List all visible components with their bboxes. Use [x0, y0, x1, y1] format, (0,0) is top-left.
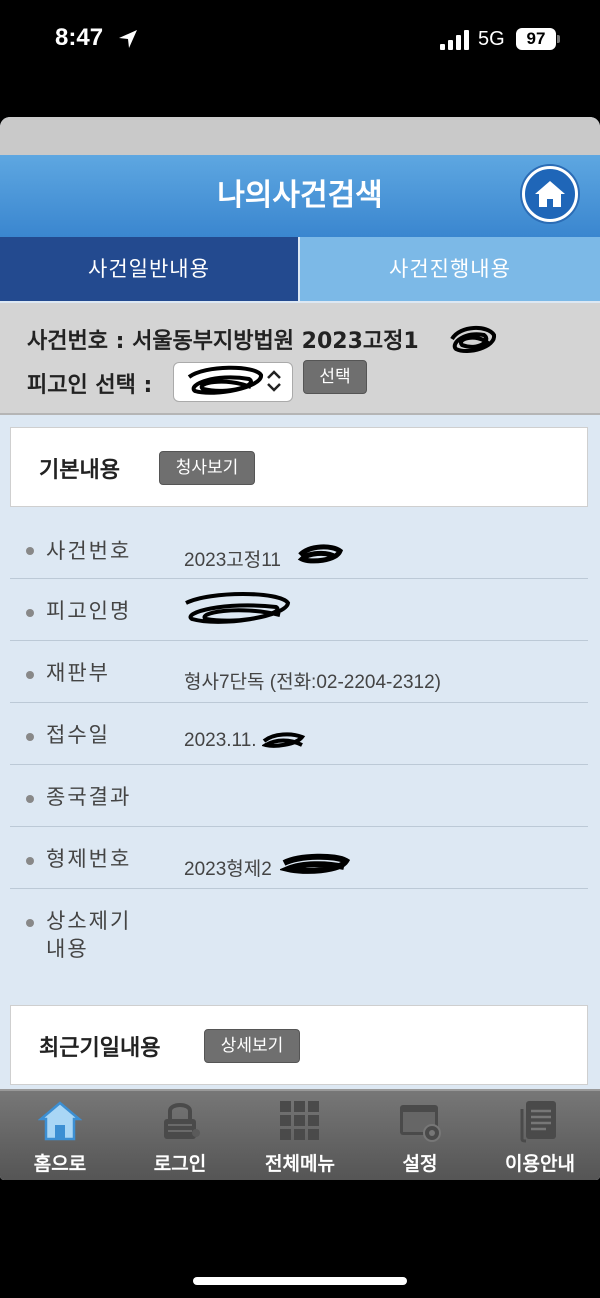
info-row-final-result: 종국결과	[10, 765, 588, 827]
home-indicator[interactable]	[193, 1277, 407, 1285]
lock-icon	[164, 1103, 200, 1139]
info-row-appeal-details: 상소제기 내용	[10, 889, 588, 989]
top-strip	[0, 117, 600, 155]
status-time: 8:47	[55, 24, 104, 51]
tab-bar: 사건일반내용 사건진행내용	[0, 237, 600, 301]
nav-settings[interactable]: 설정	[360, 1091, 480, 1180]
redaction-scribble	[185, 592, 291, 624]
chevron-updown-icon	[267, 370, 281, 392]
network-label: 5G	[478, 28, 505, 50]
nav-login[interactable]: 로그인	[120, 1091, 240, 1180]
redaction-scribble	[450, 326, 496, 354]
redaction-scribble	[187, 365, 263, 395]
bullet	[26, 919, 34, 927]
tab-general[interactable]: 사건일반내용	[0, 237, 298, 301]
info-row-prosecution-number: 형제번호 2023형제2	[10, 827, 588, 889]
nav-label: 설정	[402, 1153, 438, 1175]
nav-label: 이용안내	[505, 1153, 575, 1175]
row-label: 접수일	[46, 723, 110, 747]
nav-label: 전체메뉴	[265, 1153, 335, 1175]
page-title: 나의사건검색	[217, 178, 383, 213]
grid-menu-icon	[280, 1101, 319, 1140]
recent-hearing-header: 최근기일내용 상세보기	[10, 1005, 588, 1085]
bullet	[26, 609, 34, 617]
bullet	[26, 547, 34, 555]
status-bar: 8:47 5G 97	[0, 0, 600, 80]
nav-all-menu[interactable]: 전체메뉴	[240, 1091, 360, 1180]
defendant-select-label: 피고인 선택 :	[27, 373, 153, 398]
recent-hearing-title: 최근기일내용	[39, 1036, 161, 1061]
document-icon	[520, 1101, 556, 1143]
select-button[interactable]: 선택	[303, 360, 367, 394]
row-label: 종국결과	[46, 785, 132, 809]
signal-icon	[440, 30, 469, 50]
row-value: 2023형제2	[184, 859, 272, 880]
battery-icon: 97	[516, 28, 556, 50]
redaction-scribble	[297, 544, 344, 564]
bottom-nav: 홈으로 로그인 전체메뉴 설정 이용안내	[0, 1089, 600, 1180]
home-button[interactable]	[522, 166, 578, 222]
bullet	[26, 733, 34, 741]
redaction-scribble	[280, 853, 350, 874]
info-row-court-division: 재판부 형사7단독 (전화:02-2204-2312)	[10, 641, 588, 703]
row-value: 2023고정11	[184, 550, 281, 571]
row-label: 형제번호	[46, 847, 132, 871]
row-label: 재판부	[46, 661, 110, 685]
info-row-receipt-date: 접수일 2023.11.	[10, 703, 588, 765]
court-view-button[interactable]: 청사보기	[159, 451, 255, 485]
nav-guide[interactable]: 이용안내	[480, 1091, 600, 1180]
location-arrow-icon	[119, 30, 137, 48]
nav-label: 홈으로	[33, 1153, 87, 1175]
row-label: 상소제기 내용	[46, 909, 132, 961]
detail-view-button[interactable]: 상세보기	[204, 1029, 300, 1063]
bullet	[26, 795, 34, 803]
case-number-text: 사건번호 : 서울동부지방법원 2023고정1	[27, 329, 419, 354]
title-bar: 나의사건검색	[0, 155, 600, 237]
bullet	[26, 857, 34, 865]
info-row-defendant-name: 피고인명	[10, 579, 588, 641]
redaction-scribble	[262, 732, 306, 748]
row-label: 피고인명	[46, 599, 132, 623]
home-icon	[535, 181, 565, 207]
basic-info-title: 기본내용	[39, 458, 120, 483]
nav-home[interactable]: 홈으로	[0, 1091, 120, 1180]
settings-icon	[400, 1105, 441, 1142]
row-label: 사건번호	[46, 539, 132, 563]
home-icon	[38, 1101, 82, 1141]
battery-nub	[557, 35, 560, 43]
row-value: 형사7단독 (전화:02-2204-2312)	[184, 672, 441, 693]
case-info-bar: 사건번호 : 서울동부지방법원 2023고정1 피고인 선택 : 선택	[0, 303, 600, 415]
app-screen: 나의사건검색 사건일반내용 사건진행내용 사건번호 : 서울동부지방법원 202…	[0, 117, 600, 1180]
row-value: 2023.11.	[184, 730, 257, 751]
tab-progress[interactable]: 사건진행내용	[300, 237, 600, 301]
basic-info-header: 기본내용 청사보기	[10, 427, 588, 507]
bullet	[26, 671, 34, 679]
info-row-case-number: 사건번호 2023고정11	[10, 517, 588, 579]
nav-label: 로그인	[153, 1153, 207, 1175]
